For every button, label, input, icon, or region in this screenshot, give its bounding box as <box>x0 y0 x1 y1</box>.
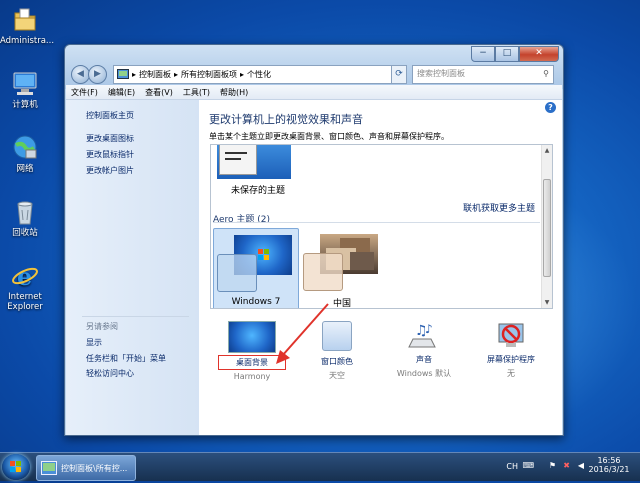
page-subtitle: 单击某个主题立即更改桌面背景、窗口颜色、声音和屏幕保护程序。 <box>209 132 449 141</box>
window-color-value: 天空 <box>329 371 345 380</box>
desktop-icon-label: 计算机 <box>12 100 38 110</box>
sounds-label[interactable]: 声音 <box>391 354 457 365</box>
annotation-arrow <box>276 303 329 364</box>
refresh-button[interactable]: ⟳ <box>391 65 407 84</box>
caption-buttons: − □ ✕ <box>471 46 559 62</box>
breadcrumb-item[interactable]: 个性化 <box>247 69 271 80</box>
search-input[interactable]: 搜索控制面板 ⚲ <box>412 65 554 84</box>
search-placeholder: 搜索控制面板 <box>417 69 465 78</box>
desktop-icon-label: 网络 <box>16 164 34 174</box>
desktop-icon-user-folder[interactable]: Administra... <box>0 6 55 46</box>
glass-window-swatch <box>303 253 343 291</box>
desktop-background-value: Harmony <box>233 372 271 381</box>
menu-tools[interactable]: 工具(T) <box>178 87 215 98</box>
computer-icon <box>11 70 39 98</box>
scroll-up-arrow[interactable]: ▲ <box>542 147 552 154</box>
menu-bar: 文件(F) 编辑(E) 查看(V) 工具(T) 帮助(H) <box>66 85 562 100</box>
menu-edit[interactable]: 编辑(E) <box>103 87 140 98</box>
client-area: 控制面板主页 更改桌面图标 更改鼠标指针 更改帐户图片 另请参阅 显示 任务栏和… <box>66 100 562 435</box>
flag-icon[interactable]: ⚑ <box>549 461 556 470</box>
chevron-right-icon: ▸ <box>174 70 179 79</box>
recycle-bin-icon <box>11 198 39 226</box>
scrollbar-thumb[interactable] <box>543 179 551 277</box>
unsaved-theme-thumbnail[interactable] <box>217 145 291 179</box>
keyboard-icon[interactable]: ⌨ <box>522 461 534 470</box>
taskbar: 控制面板\所有控... CH ⌨ ⚑ ✖ ◀ 16:56 2016/3/21 <box>0 452 640 481</box>
divider <box>82 316 189 317</box>
desktop-icon-computer[interactable]: 计算机 <box>0 70 50 110</box>
aero-themes-heading: Aero 主题 (2) <box>213 215 271 225</box>
control-panel-icon <box>117 68 129 81</box>
desktop-icon-internet-explorer[interactable]: e Internet Explorer <box>0 262 50 312</box>
network-globe-icon <box>11 134 39 162</box>
clock[interactable]: 16:56 2016/3/21 <box>586 456 632 474</box>
windows-logo-icon <box>10 461 21 472</box>
page-title: 更改计算机上的视觉效果和声音 <box>209 113 363 126</box>
change-account-picture-link[interactable]: 更改帐户图片 <box>86 165 134 176</box>
screen-saver-icon <box>496 321 526 351</box>
theme-list: 未保存的主题 联机获取更多主题 Aero 主题 (2) Windows 7 中国 <box>210 144 553 309</box>
minimize-button[interactable]: − <box>471 46 495 62</box>
sounds-value: Windows 默认 <box>396 369 452 378</box>
theme-china[interactable]: 中国 <box>300 228 384 308</box>
control-panel-window: − □ ✕ ◀ ▶ ▸ 控制面板 ▸ 所有控制面板项 ▸ 个性化 ▼ ⟳ 搜索控… <box>64 44 564 436</box>
chevron-right-icon: ▸ <box>240 70 245 79</box>
network-icon[interactable]: ✖ <box>563 461 570 470</box>
sounds-item[interactable]: ♫ ♪ 声音 Windows 默认 <box>391 321 457 379</box>
see-also-heading: 另请参阅 <box>86 322 118 331</box>
address-bar[interactable]: ▸ 控制面板 ▸ 所有控制面板项 ▸ 个性化 ▼ <box>113 65 405 84</box>
taskbar-button-label: 控制面板\所有控... <box>61 464 128 473</box>
theme-windows7[interactable]: Windows 7 <box>213 228 299 308</box>
change-desktop-icons-link[interactable]: 更改桌面图标 <box>86 133 134 144</box>
search-icon: ⚲ <box>543 69 549 78</box>
maximize-button[interactable]: □ <box>495 46 519 62</box>
theme-list-scrollbar[interactable]: ▲ ▼ <box>541 145 552 308</box>
scroll-down-arrow[interactable]: ▼ <box>542 299 552 306</box>
internet-explorer-icon: e <box>11 262 39 291</box>
glass-window-swatch <box>217 254 257 292</box>
clock-time: 16:56 <box>597 456 621 465</box>
get-more-themes-link[interactable]: 联机获取更多主题 <box>463 201 535 214</box>
breadcrumb-item[interactable]: 控制面板 <box>139 69 171 80</box>
volume-icon[interactable]: ◀ <box>578 461 584 470</box>
display-link[interactable]: 显示 <box>86 337 102 348</box>
menu-help[interactable]: 帮助(H) <box>215 87 253 98</box>
desktop-icon-network[interactable]: 网络 <box>0 134 50 174</box>
help-icon[interactable]: ? <box>545 102 556 113</box>
desktop-icon-label: Internet Explorer <box>7 292 43 312</box>
menu-view[interactable]: 查看(V) <box>140 87 178 98</box>
menu-file[interactable]: 文件(F) <box>66 87 103 98</box>
desktop-icon-recycle-bin[interactable]: 回收站 <box>0 198 50 238</box>
sounds-icon: ♫ ♪ <box>407 321 441 351</box>
screen-saver-item[interactable]: 屏幕保护程序 无 <box>476 321 546 379</box>
navigation-bar: ◀ ▶ ▸ 控制面板 ▸ 所有控制面板项 ▸ 个性化 ▼ ⟳ 搜索控制面板 ⚲ <box>71 64 557 84</box>
desktop-icon-label: Administra... <box>0 36 55 46</box>
folder-icon <box>11 6 39 34</box>
ease-of-access-link[interactable]: 轻松访问中心 <box>86 368 134 379</box>
taskbar-start-menu-link[interactable]: 任务栏和「开始」菜单 <box>86 353 166 364</box>
control-panel-home-link[interactable]: 控制面板主页 <box>86 110 134 121</box>
breadcrumb-item[interactable]: 所有控制面板项 <box>181 69 237 80</box>
screen-saver-value: 无 <box>507 369 515 378</box>
taskbar-button-control-panel[interactable]: 控制面板\所有控... <box>36 455 136 481</box>
svg-text:♪: ♪ <box>425 322 433 336</box>
desktop-icon-label: 回收站 <box>12 228 38 238</box>
divider <box>213 222 540 223</box>
language-indicator[interactable]: CH <box>506 462 518 471</box>
desktop-background-icon <box>228 321 276 353</box>
forward-button[interactable]: ▶ <box>88 65 107 84</box>
unsaved-theme-label: 未保存的主题 <box>231 186 286 196</box>
start-button[interactable] <box>2 454 30 480</box>
svg-text:e: e <box>17 262 32 290</box>
clock-date: 2016/3/21 <box>588 465 630 474</box>
change-mouse-pointers-link[interactable]: 更改鼠标指针 <box>86 149 134 160</box>
control-panel-icon <box>41 461 57 477</box>
screen-saver-label[interactable]: 屏幕保护程序 <box>476 354 546 365</box>
left-pane: 控制面板主页 更改桌面图标 更改鼠标指针 更改帐户图片 另请参阅 显示 任务栏和… <box>66 100 199 435</box>
close-button[interactable]: ✕ <box>519 46 559 62</box>
chevron-right-icon: ▸ <box>132 70 137 79</box>
